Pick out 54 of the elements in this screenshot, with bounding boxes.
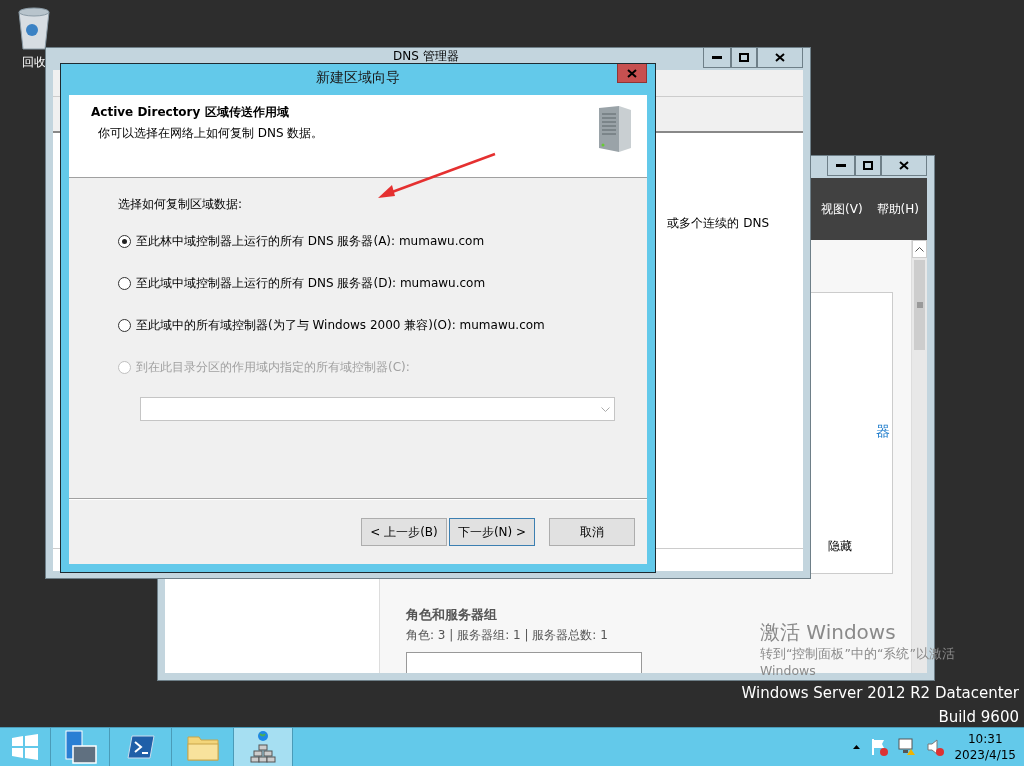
maximize-icon [863,161,873,170]
activation-title: 激活 Windows [760,619,897,646]
dialog-button[interactable]: 取消 [549,518,635,546]
build-text: Build 9600 [938,708,1019,726]
close-icon [899,161,909,170]
powershell-icon [126,735,155,759]
minimize-icon [712,56,722,59]
maximize-button[interactable] [731,48,757,68]
minimize-icon [836,164,846,167]
network-icon[interactable] [898,738,917,756]
radio-button[interactable] [118,234,131,248]
hide-link[interactable]: 隐藏 [828,538,852,555]
page-heading: Active Directory 区域传送作用域 [91,104,290,121]
option-label[interactable]: 至此林中域控制器上运行的所有 DNS 服务器(A): mumawu.com [136,232,485,250]
radio-button[interactable] [118,318,131,332]
minimize-button[interactable] [703,48,731,68]
minimize-button[interactable] [827,156,855,176]
prompt-label: 选择如何复制区域数据: [118,196,244,213]
page-subheading: 你可以选择在网络上如何复制 DNS 数据。 [98,125,324,142]
server-manager-icon [63,730,97,764]
window-title: DNS 管理器 [393,49,459,63]
dialog-button[interactable]: 下一步(N) > [449,518,535,546]
desktop-icon-label[interactable]: 回收 [22,54,46,71]
grip-icon[interactable] [916,302,923,308]
option-label[interactable]: 至此域中域控制器上运行的所有 DNS 服务器(D): mumawu.com [136,274,486,292]
folder-icon [186,733,219,761]
close-icon [627,68,637,78]
dialog-title: 新建区域向导 [315,69,401,87]
close-button[interactable] [757,48,803,68]
link[interactable]: 器 [876,423,890,441]
section-title: 角色和服务器组 [406,606,498,624]
caret-up-icon[interactable] [853,745,861,749]
speaker-icon[interactable] [926,738,945,756]
menu-item[interactable]: 视图(V) [821,200,863,218]
chevron-up-icon[interactable] [915,246,924,252]
windows-logo-icon [11,734,39,760]
edition-text: Windows Server 2012 R2 Datacenter [741,684,1019,702]
dialog-button[interactable]: < 上一步(B) [361,518,447,546]
maximize-icon [739,53,749,62]
close-icon [775,53,785,62]
activation-message-end: Windows [760,663,817,679]
maximize-button[interactable] [855,156,881,176]
close-button[interactable] [881,156,927,176]
clock[interactable]: 10:31 2023/4/15 [954,731,1016,763]
chevron-down-icon [601,406,610,412]
dns-server-icon [250,731,276,763]
option-label[interactable]: 至此域中的所有域控制器(为了与 Windows 2000 兼容)(O): mumawu.com [136,316,545,334]
radio-button[interactable] [118,276,131,290]
section-stats: 角色: 3 | 服务器组: 1 | 服务器总数: 1 [406,627,608,644]
flag-icon[interactable] [870,738,889,756]
menu-item[interactable]: 帮助(H) [876,200,919,218]
description-text: 或多个连续的 DNS [667,215,769,232]
taskbar-app[interactable] [234,728,293,766]
recycle-bin-icon[interactable] [16,6,52,50]
